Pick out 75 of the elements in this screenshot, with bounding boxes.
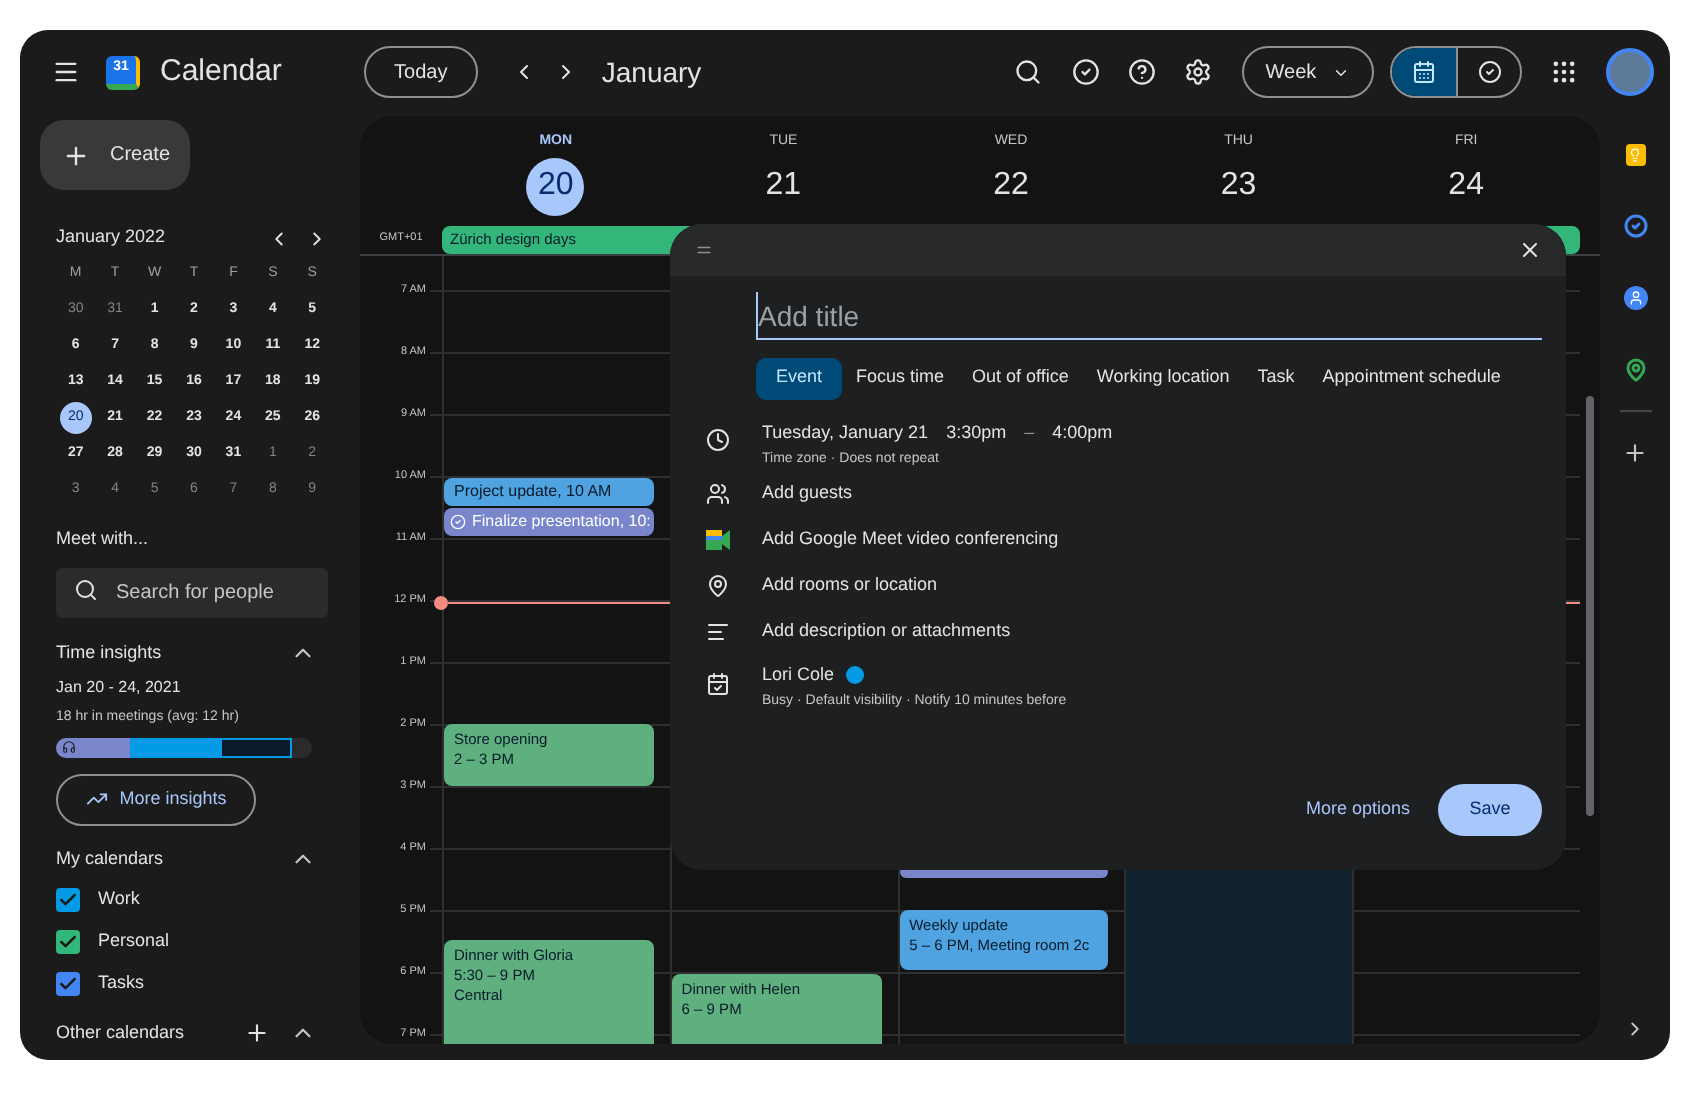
time-separator: – (1024, 419, 1035, 445)
month-title: January 2022 (56, 224, 168, 251)
period-title: January (601, 53, 702, 92)
close-icon[interactable] (1518, 238, 1542, 262)
text-lines-icon (706, 620, 730, 644)
menu-icon[interactable] (52, 58, 80, 86)
end-time[interactable]: 4:00pm (1052, 419, 1113, 446)
dialog-option[interactable]: Add Google Meet video conferencing (762, 526, 1059, 554)
map-pin-icon[interactable] (1623, 358, 1647, 382)
calendar-owner[interactable]: Lori Cole (762, 661, 835, 688)
calendar-name: Personal (98, 928, 170, 955)
plus-icon[interactable] (1622, 440, 1648, 466)
title-input[interactable]: Add title (756, 292, 1542, 340)
people-icon (706, 482, 730, 506)
location-pin-icon (706, 574, 730, 598)
search-icon[interactable] (1014, 58, 1042, 86)
date-number[interactable]: 22 (981, 157, 1040, 215)
section-title: Time insights (56, 639, 162, 666)
event-type-tab[interactable]: Appointment schedule (1308, 357, 1515, 399)
checkbox[interactable] (56, 930, 80, 954)
checkbox[interactable] (56, 888, 80, 912)
clock-icon (706, 427, 730, 451)
date-range: Jan 20 - 24, 2021 (56, 676, 183, 700)
settings-icon[interactable] (1184, 58, 1212, 86)
headphones-icon (62, 740, 76, 754)
calendar-name: Tasks (98, 970, 145, 997)
apps-grid-icon[interactable] (1550, 58, 1578, 86)
event-type-tab[interactable]: Task (1243, 357, 1309, 399)
video-camera-icon (706, 530, 730, 550)
section-title: Other calendars (56, 1020, 187, 1046)
check-circle-icon (1477, 60, 1501, 84)
plus-icon (62, 141, 90, 169)
plus-icon[interactable] (244, 1020, 270, 1047)
event-type-tab[interactable]: Focus time (842, 357, 959, 399)
start-time[interactable]: 3:30pm (946, 419, 1007, 446)
check-circle-icon[interactable] (1623, 214, 1647, 238)
section-title: My calendars (56, 845, 164, 872)
date-number[interactable]: 20 (526, 157, 585, 215)
help-icon[interactable] (1128, 58, 1156, 86)
event-type-tab[interactable]: Event (756, 357, 843, 399)
checkbox[interactable] (56, 972, 80, 996)
calendar-name: Work (98, 886, 140, 913)
check-icon (58, 932, 78, 952)
person-icon[interactable] (1623, 286, 1647, 310)
dialog-option[interactable]: Add guests (762, 480, 853, 508)
dialog-option[interactable]: Add rooms or location (762, 572, 938, 600)
search-icon (74, 577, 98, 601)
trend-icon (85, 788, 108, 810)
app-title: Calendar (160, 51, 282, 92)
event-type-tab[interactable]: Out of office (958, 357, 1083, 399)
task-title: Finalize presentation, 10: (472, 510, 651, 534)
date-number[interactable]: 21 (754, 157, 813, 215)
event-date[interactable]: Tuesday, January 21 (762, 419, 929, 446)
date-number[interactable]: 23 (1209, 157, 1268, 215)
event-type-tab[interactable]: Working location (1082, 357, 1244, 399)
save-button[interactable]: Save (1438, 784, 1542, 836)
calendar-view-toggle[interactable] (1392, 48, 1456, 96)
check-icon (58, 890, 78, 910)
dialog-option[interactable]: Add description or attachments (762, 618, 1011, 646)
event-chip[interactable]: Project update, 10 AM (444, 478, 654, 506)
avatar[interactable] (1606, 48, 1654, 96)
more-insights-button[interactable]: More insights (56, 773, 256, 825)
check-icon (58, 974, 78, 994)
create-button[interactable]: Create (40, 120, 190, 190)
date-number[interactable]: 24 (1437, 157, 1496, 215)
view-select[interactable]: Week (1242, 46, 1374, 98)
search-people-field[interactable]: Search for people (56, 567, 328, 617)
calendar-icon (1412, 60, 1436, 84)
scrollbar[interactable] (1586, 396, 1594, 816)
today-button[interactable]: Today (363, 46, 478, 98)
section-title: Meet with... (56, 526, 151, 552)
lightbulb-icon[interactable] (1625, 144, 1645, 166)
more-options-link[interactable]: More options (1305, 796, 1410, 824)
check-circle-icon (450, 514, 466, 530)
calendar-icon (706, 671, 730, 695)
